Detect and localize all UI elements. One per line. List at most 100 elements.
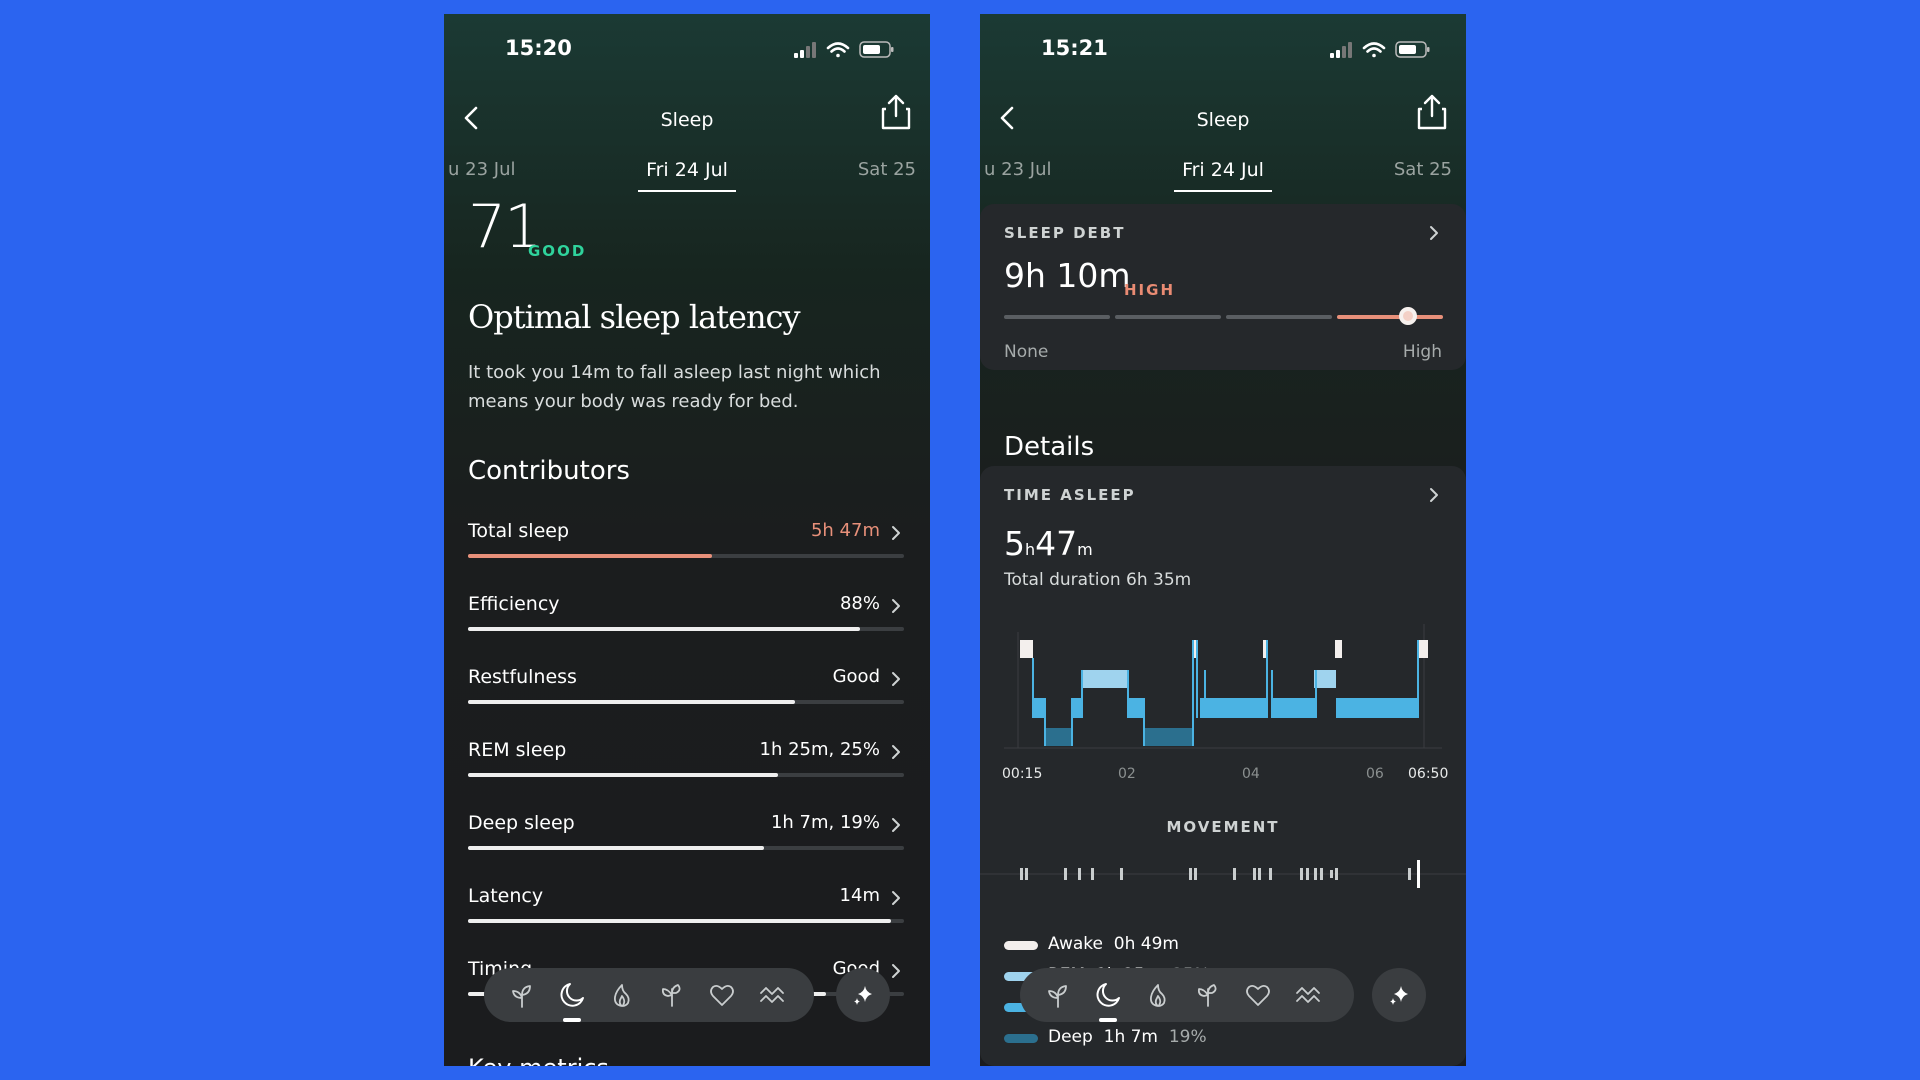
moon-icon[interactable] <box>558 981 586 1009</box>
contributor-label: Deep sleep <box>468 812 575 834</box>
debt-scale-segment-active <box>1337 315 1443 319</box>
deep-stage-block <box>1144 728 1193 746</box>
contributor-progress-fill <box>468 846 765 850</box>
contributor-row[interactable]: REM sleep 1h 25m, 25% <box>468 739 904 785</box>
legend-percent: 19% <box>1168 1027 1207 1047</box>
light-stage-block <box>1336 698 1418 718</box>
page-title: Sleep <box>660 109 714 131</box>
legend-swatch <box>1004 941 1038 950</box>
sleep-debt-level: HIGH <box>1124 281 1176 299</box>
light-stage-block <box>1033 698 1045 718</box>
insight-description: It took you 14m to fall asleep last nigh… <box>468 362 881 412</box>
chevron-right-icon[interactable] <box>890 524 902 542</box>
sleep-screen-right: 15:21 Sleep u 23 Jul Fri 24 Jul Sat 25 S… <box>980 14 1466 1066</box>
contributor-progress-track <box>468 627 904 631</box>
key-metrics-title: Key metrics <box>468 1054 609 1066</box>
status-time: 15:21 <box>1041 36 1108 60</box>
chevron-right-icon[interactable] <box>1428 486 1440 504</box>
contributor-progress-fill <box>468 919 891 923</box>
moon-icon[interactable] <box>1094 981 1122 1009</box>
awake-stage-block <box>1020 640 1033 658</box>
chevron-right-icon[interactable] <box>890 597 902 615</box>
time-asleep-title: TIME ASLEEP <box>1004 486 1136 504</box>
contributor-progress-fill <box>468 700 795 704</box>
ai-assistant-button[interactable] <box>836 968 890 1022</box>
hypnogram-tick: 06 <box>1366 766 1384 782</box>
cellular-signal-icon <box>1330 42 1352 58</box>
chevron-right-icon[interactable] <box>890 670 902 688</box>
contributor-value: 88% <box>839 593 880 614</box>
status-time: 15:20 <box>505 36 572 60</box>
contributor-label: Restfulness <box>468 666 577 688</box>
date-tab-indicator <box>638 190 736 192</box>
date-tab-next[interactable]: Sat 25 <box>858 159 916 180</box>
contributor-row[interactable]: Latency 14m <box>468 885 904 931</box>
contributor-row[interactable]: Total sleep 5h 47m <box>468 520 904 566</box>
seedling-icon[interactable] <box>1194 981 1222 1009</box>
contributor-label: REM sleep <box>468 739 567 761</box>
contributor-progress-fill <box>468 627 861 631</box>
flame-icon[interactable] <box>1144 981 1172 1009</box>
chevron-right-icon[interactable] <box>890 889 902 907</box>
debt-scale-segment <box>1004 315 1110 319</box>
chevron-right-icon[interactable] <box>1428 224 1440 242</box>
active-tab-indicator <box>563 1018 581 1022</box>
contributor-value: 5h 47m <box>810 520 880 541</box>
date-tab-indicator <box>1174 190 1272 192</box>
contributor-progress-track <box>468 773 904 777</box>
hours-unit: h <box>1025 540 1036 559</box>
contributor-progress-fill <box>468 773 778 777</box>
time-asleep-value: 5h47m <box>1004 524 1093 563</box>
hypnogram-chart <box>1004 624 1442 749</box>
contributor-row[interactable]: Deep sleep 1h 7m, 19% <box>468 812 904 858</box>
heart-icon[interactable] <box>1244 981 1272 1009</box>
debt-scale-segment <box>1115 315 1221 319</box>
light-stage-block <box>1272 698 1316 718</box>
waves-icon[interactable] <box>758 981 786 1009</box>
contributor-row[interactable]: Restfulness Good <box>468 666 904 712</box>
bottom-tab-bar <box>1020 968 1354 1022</box>
heart-icon[interactable] <box>708 981 736 1009</box>
cellular-signal-icon <box>794 42 816 58</box>
contributor-progress-fill <box>468 554 713 558</box>
status-icons <box>794 41 894 58</box>
flame-icon[interactable] <box>608 981 636 1009</box>
movement-chart <box>980 860 1466 888</box>
waves-icon[interactable] <box>1294 981 1322 1009</box>
time-asleep-minutes: 47 <box>1035 524 1078 563</box>
sleep-score-label: GOOD <box>528 242 587 260</box>
bottom-tab-bar <box>484 968 814 1022</box>
seedling-icon[interactable] <box>658 981 686 1009</box>
light-stage-block <box>1072 698 1082 718</box>
light-stage-block <box>1200 698 1266 718</box>
contributor-label: Efficiency <box>468 593 560 615</box>
contributor-value: Good <box>832 666 880 687</box>
hypnogram-tick: 02 <box>1118 766 1136 782</box>
date-tab-next[interactable]: Sat 25 <box>1394 159 1452 180</box>
sprout-icon[interactable] <box>508 981 536 1009</box>
chevron-right-icon[interactable] <box>890 962 902 980</box>
contributor-row[interactable]: Efficiency 88% <box>468 593 904 639</box>
details-title: Details <box>1004 432 1095 462</box>
contributors-title: Contributors <box>468 456 630 486</box>
sleep-debt-min-label: None <box>1004 342 1049 362</box>
contributor-progress-track <box>468 846 904 850</box>
sleep-debt-marker <box>1398 307 1417 325</box>
chevron-right-icon[interactable] <box>890 743 902 761</box>
sprout-icon[interactable] <box>1044 981 1072 1009</box>
sleep-debt-title: SLEEP DEBT <box>1004 224 1126 242</box>
share-icon[interactable] <box>880 92 912 132</box>
sleep-debt-value: 9h 10m <box>1004 256 1131 295</box>
sparkle-icon <box>854 986 872 1005</box>
total-duration: Total duration 6h 35m <box>1004 570 1192 590</box>
status-icons <box>1330 41 1430 58</box>
time-asleep-hours: 5 <box>1004 524 1025 563</box>
ai-assistant-button[interactable] <box>1372 968 1426 1022</box>
rem-stage-block <box>1314 670 1336 688</box>
sleep-debt-max-label: High <box>1402 342 1442 362</box>
wifi-icon <box>826 42 850 58</box>
chevron-right-icon[interactable] <box>890 816 902 834</box>
contributor-label: Total sleep <box>468 520 570 542</box>
share-icon[interactable] <box>1416 92 1448 132</box>
legend-text: Awake 0h 49m <box>1048 934 1184 954</box>
